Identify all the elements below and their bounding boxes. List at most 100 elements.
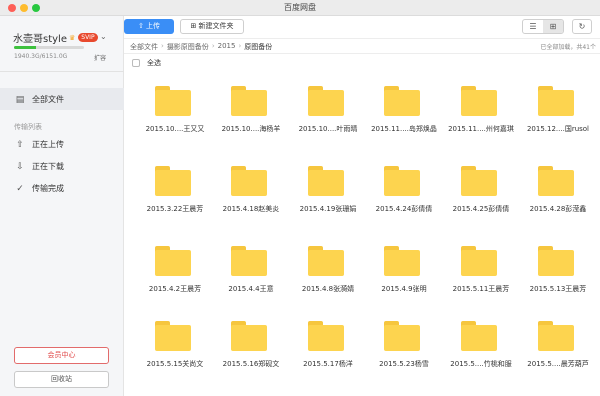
select-all-label: 全选	[147, 59, 161, 67]
chevron-right-icon: ›	[211, 42, 215, 50]
folder-name: 2015.10....王又又	[145, 125, 205, 133]
folder-item[interactable]: 2015.4.18赵美炎	[217, 158, 285, 222]
section-label-transfer: 传输列表	[14, 123, 42, 131]
folder-icon	[538, 86, 574, 116]
folder-name: 2015.4.9张明	[381, 285, 427, 293]
sidebar-item-completed[interactable]: ✓ 传输完成	[14, 183, 64, 194]
sidebar-item-uploading[interactable]: ⇧ 正在上传	[14, 139, 64, 150]
folder-name: 2015.10....叶雨晴	[298, 125, 358, 133]
folder-item[interactable]: 2015.5.16郑砚文	[217, 313, 285, 377]
folder-item[interactable]: 2015.5....竹桃和服	[447, 313, 515, 377]
svip-badge: SVIP	[78, 33, 98, 42]
folder-icon	[538, 321, 574, 351]
folder-icon	[461, 321, 497, 351]
folder-name: 2015.3.22王晨芳	[146, 205, 204, 213]
folder-item[interactable]: 2015.4.9张明	[370, 238, 438, 302]
folder-item[interactable]: 2015.10....海杨羊	[217, 78, 285, 142]
chevron-down-icon[interactable]: ⌄	[100, 32, 107, 41]
folder-item[interactable]: 2015.4.2王晨芳	[141, 238, 209, 302]
folder-name: 2015.4.8张漪婧	[301, 285, 355, 293]
upload-button[interactable]: ⇧ 上传	[124, 19, 174, 34]
window-title: 百度网盘	[284, 3, 316, 12]
folder-item[interactable]: 2015.5....晨芳葫芦	[524, 313, 592, 377]
folder-icon	[384, 166, 420, 196]
upload-icon: ⇧	[137, 22, 147, 30]
folder-item[interactable]: 2015.12....国rusol	[524, 78, 592, 142]
breadcrumb-item[interactable]: 摄影原图备份	[167, 42, 209, 52]
folder-item[interactable]: 2015.4.24彭倩倩	[370, 158, 438, 222]
folder-item[interactable]: 2015.11....岛郑焕晶	[370, 78, 438, 142]
list-view-icon[interactable]: ☰	[523, 20, 543, 33]
chevron-right-icon: ›	[161, 42, 164, 50]
folder-icon	[231, 166, 267, 196]
breadcrumb: 全部文件 › 摄影原图备份 › 2015 › 原图备份	[130, 42, 275, 52]
folder-icon	[155, 321, 191, 351]
quota-bar	[14, 46, 84, 49]
folder-icon	[461, 166, 497, 196]
folder-name: 2015.4.2王晨芳	[148, 285, 202, 293]
sidebar-item-all-files[interactable]: ▤ 全部文件	[14, 94, 64, 105]
folder-icon	[384, 321, 420, 351]
user-name: 水壶哥style	[13, 34, 67, 45]
folder-name: 2015.11....州何嘉琪	[448, 125, 514, 133]
quota-text: 1940.3G/6151.0G	[14, 53, 68, 60]
view-toggle: ☰ ⊞	[522, 19, 564, 34]
refresh-icon[interactable]: ↻	[572, 19, 592, 34]
sidebar-item-downloading[interactable]: ⇩ 正在下载	[14, 161, 64, 172]
folder-icon	[384, 86, 420, 116]
folder-icon	[461, 246, 497, 276]
folder-item[interactable]: 2015.5.11王晨芳	[447, 238, 515, 302]
folder-name: 2015.11....岛郑焕晶	[371, 125, 437, 133]
sidebar-item-label: 全部文件	[32, 95, 64, 104]
folder-item[interactable]: 2015.4.19张珊娟	[294, 158, 362, 222]
expand-storage-link[interactable]: 扩容	[94, 53, 106, 62]
toolbar: ⇧ 上传 ⊞ 新建文件夹 ☰ ⊞ ↻	[124, 16, 600, 38]
folder-item[interactable]: 2015.5.13王晨芳	[524, 238, 592, 302]
sidebar-divider	[0, 71, 124, 72]
folder-name: 2015.12....国rusol	[526, 125, 590, 133]
chevron-right-icon: ›	[238, 42, 242, 50]
grid-view-icon[interactable]: ⊞	[543, 20, 563, 33]
sidebar-item-label: 传输完成	[32, 184, 64, 193]
folder-item[interactable]: 2015.11....州何嘉琪	[447, 78, 515, 142]
folder-item[interactable]: 2015.3.22王晨芳	[141, 158, 209, 222]
breadcrumb-bar: 全部文件 › 摄影原图备份 › 2015 › 原图备份 已全部加载，共41个	[124, 38, 600, 54]
folder-item[interactable]: 2015.4.28彭滢鑫	[524, 158, 592, 222]
folder-item[interactable]: 2015.4.8张漪婧	[294, 238, 362, 302]
folder-name: 2015.4.25彭倩倩	[452, 205, 510, 213]
select-all-checkbox[interactable]	[132, 59, 140, 67]
folder-icon	[155, 246, 191, 276]
upload-icon: ⇧	[16, 139, 24, 150]
folder-name: 2015.5.16郑砚文	[222, 360, 280, 368]
folder-item[interactable]: 2015.5.17杨洋	[294, 313, 362, 377]
select-all[interactable]: 全选	[132, 58, 161, 68]
folder-icon	[231, 246, 267, 276]
recycle-bin-button[interactable]: 回收站	[14, 371, 109, 388]
folder-icon	[155, 86, 191, 116]
breadcrumb-item[interactable]: 全部文件	[130, 42, 158, 52]
folder-item[interactable]: 2015.5.23杨雪	[370, 313, 438, 377]
folder-name: 2015.5....晨芳葫芦	[527, 360, 589, 368]
breadcrumb-item[interactable]: 2015	[218, 42, 236, 52]
folder-icon	[308, 166, 344, 196]
folder-icon	[155, 166, 191, 196]
folder-item[interactable]: 2015.4.25彭倩倩	[447, 158, 515, 222]
vip-center-button[interactable]: 会员中心	[14, 347, 109, 364]
folder-item[interactable]: 2015.10....王又又	[141, 78, 209, 142]
breadcrumb-current: 原图备份	[244, 43, 273, 51]
new-folder-button[interactable]: ⊞ 新建文件夹	[180, 19, 244, 34]
folder-name: 2015.4.24彭倩倩	[375, 205, 433, 213]
folder-name: 2015.4.19张珊娟	[299, 205, 357, 213]
folder-item[interactable]: 2015.5.15关尚文	[141, 313, 209, 377]
folder-icon	[231, 321, 267, 351]
folder-icon	[538, 166, 574, 196]
folder-name: 2015.5.17杨洋	[303, 360, 353, 368]
folder-item[interactable]: 2015.4.4王意	[217, 238, 285, 302]
folder-icon	[308, 321, 344, 351]
user-account[interactable]: 水壶哥style ♛ SVIP	[13, 30, 98, 45]
new-folder-icon: ⊞	[190, 22, 199, 30]
folder-name: 2015.5.11王晨芳	[452, 285, 510, 293]
folder-icon	[384, 246, 420, 276]
folder-item[interactable]: 2015.10....叶雨晴	[294, 78, 362, 142]
folder-icon	[538, 246, 574, 276]
